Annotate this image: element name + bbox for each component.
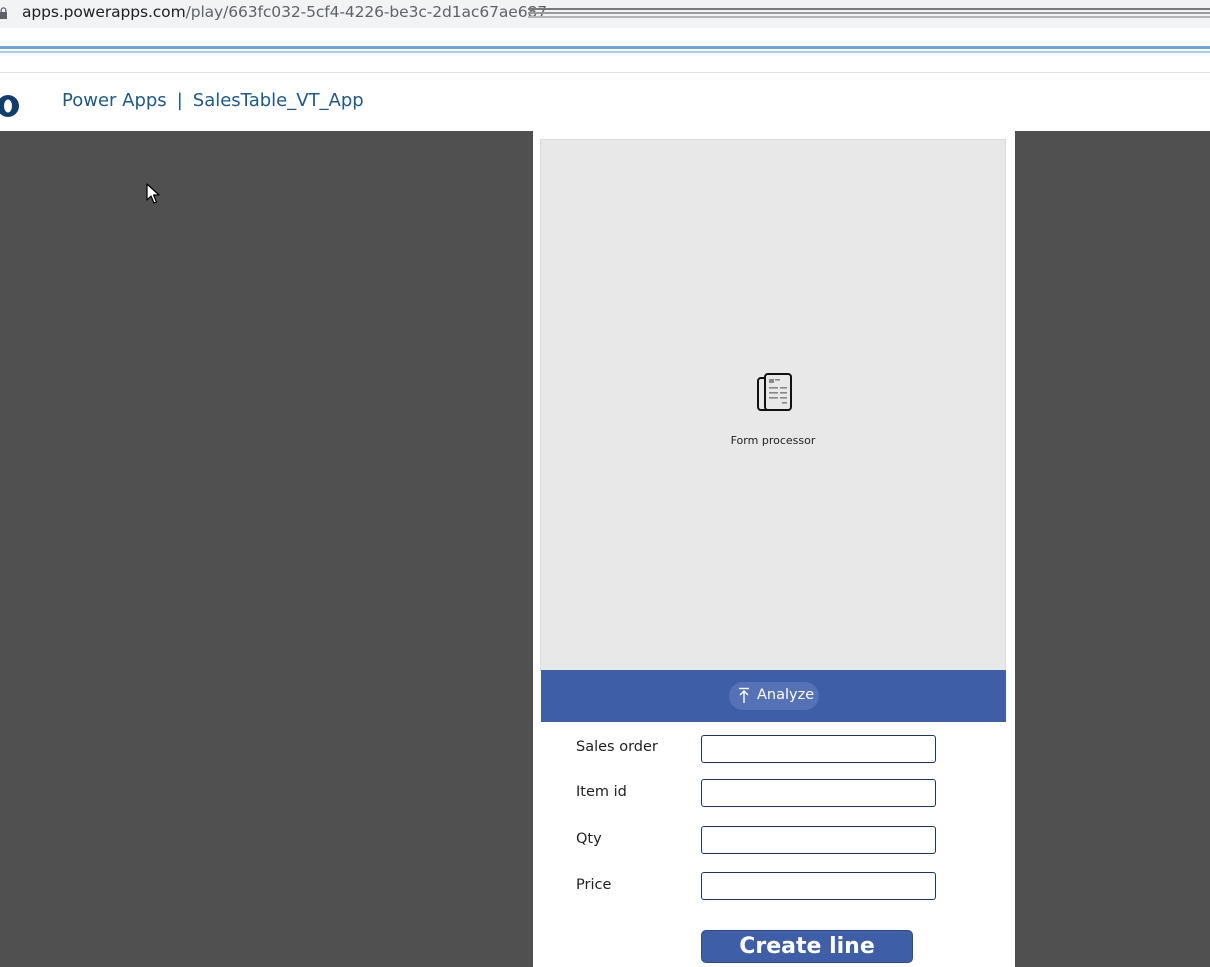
form-processor-icon bbox=[757, 373, 792, 411]
form-processor-control[interactable]: Form processor bbox=[540, 139, 1006, 671]
url-text[interactable]: apps.powerapps.com/play/663fc032-5cf4-42… bbox=[22, 3, 547, 23]
stage-right-background bbox=[1015, 131, 1210, 967]
create-line-button[interactable]: Create line bbox=[701, 930, 913, 963]
analyze-bar: Analyze bbox=[541, 670, 1006, 722]
form-processor-label: Form processor bbox=[730, 434, 816, 447]
product-name: Power Apps bbox=[62, 90, 167, 111]
price-label: Price bbox=[576, 877, 612, 893]
url-host: apps.powerapps.com bbox=[22, 3, 186, 21]
price-input[interactable] bbox=[701, 872, 936, 900]
app-title: Power Apps | SalesTable_VT_App bbox=[62, 90, 364, 116]
analyze-label: Analyze bbox=[757, 687, 815, 703]
app-header: Power Apps | SalesTable_VT_App bbox=[0, 73, 1210, 131]
upload-icon bbox=[739, 687, 749, 703]
lock-icon bbox=[0, 7, 7, 19]
item-id-input[interactable] bbox=[701, 779, 936, 807]
stage-left-background bbox=[0, 131, 533, 967]
url-path: /play/663fc032-5cf4-4226-be3c-2d1ac67ae6… bbox=[185, 3, 548, 21]
app-canvas: Form processor Analyze Sales order Item … bbox=[533, 131, 1015, 967]
title-separator: | bbox=[176, 90, 183, 111]
url-overflow-lines bbox=[528, 8, 1210, 20]
sales-order-input[interactable] bbox=[701, 735, 936, 763]
powerapps-logo-icon[interactable] bbox=[0, 93, 22, 119]
analyze-button[interactable]: Analyze bbox=[729, 682, 819, 710]
sales-order-label: Sales order bbox=[576, 739, 658, 755]
loading-progress-bar bbox=[0, 42, 1210, 56]
item-id-label: Item id bbox=[576, 784, 627, 800]
qty-label: Qty bbox=[576, 831, 602, 847]
address-bar[interactable]: apps.powerapps.com/play/663fc032-5cf4-42… bbox=[0, 0, 1210, 28]
mouse-cursor-icon bbox=[146, 183, 160, 204]
app-name: SalesTable_VT_App bbox=[192, 90, 364, 111]
qty-input[interactable] bbox=[701, 826, 936, 854]
